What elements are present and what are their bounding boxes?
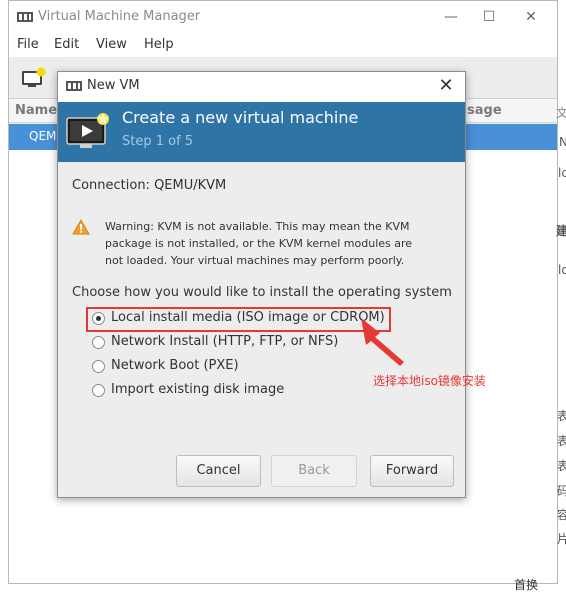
clipped-char: 建 — [556, 224, 566, 238]
header-step: Step 1 of 5 — [122, 134, 194, 149]
radio-button[interactable] — [92, 384, 105, 397]
radio-label[interactable]: Import existing disk image — [111, 382, 284, 397]
clipped-char: ld — [558, 263, 566, 277]
clipped-char: 表 — [557, 409, 566, 423]
menu-view[interactable]: View — [96, 37, 127, 52]
clipped-char: lc — [558, 166, 566, 180]
vm-name: QEM — [29, 129, 57, 143]
radio-button-checked[interactable] — [92, 312, 105, 325]
back-button[interactable]: Back — [271, 455, 357, 487]
radio-button[interactable] — [92, 360, 105, 373]
clipped-char: 码 — [557, 484, 566, 498]
new-vm-icon — [66, 113, 109, 148]
menu-help[interactable]: Help — [144, 37, 174, 52]
clipped-char: 容 — [557, 508, 566, 522]
menubar: File Edit View Help — [9, 33, 557, 57]
new-vm-dialog: New VM ✕ Create a new virtual machine St… — [57, 71, 466, 498]
dialog-titlebar: New VM ✕ — [58, 72, 465, 102]
clipped-char: 表 — [557, 459, 566, 473]
warning-icon — [72, 219, 90, 235]
radio-button[interactable] — [92, 336, 105, 349]
warning-line: not loaded. Your virtual machines may pe… — [105, 254, 405, 267]
clipped-char: N — [559, 135, 566, 149]
main-titlebar: Virtual Machine Manager — ☐ ✕ — [9, 1, 557, 33]
virt-manager-icon — [66, 81, 82, 91]
close-icon[interactable]: ✕ — [435, 75, 457, 97]
warning-line: Warning: KVM is not available. This may … — [105, 220, 410, 233]
radio-label[interactable]: Network Install (HTTP, FTP, or NFS) — [111, 334, 338, 349]
warning-line: package is not installed, or the KVM ker… — [105, 237, 413, 250]
dialog-header-banner: Create a new virtual machine Step 1 of 5 — [58, 102, 465, 162]
header-title: Create a new virtual machine — [122, 108, 359, 127]
new-vm-icon[interactable] — [21, 67, 47, 89]
cancel-button[interactable]: Cancel — [176, 455, 261, 487]
clipped-char: 文 — [556, 106, 566, 120]
radio-label[interactable]: Network Boot (PXE) — [111, 358, 239, 373]
menu-file[interactable]: File — [17, 37, 39, 52]
forward-button[interactable]: Forward — [370, 455, 454, 487]
clipped-char: 表 — [557, 434, 566, 448]
clipped-char: 片 — [557, 532, 566, 546]
close-icon[interactable]: ✕ — [521, 7, 541, 27]
virt-manager-icon — [17, 12, 33, 22]
column-usage[interactable]: sage — [467, 103, 502, 118]
clipped-text: 首换 — [514, 578, 539, 592]
install-method-label: Choose how you would like to install the… — [72, 285, 452, 300]
minimize-icon[interactable]: — — [441, 7, 461, 27]
annotation-text: 选择本地iso镜像安装 — [373, 374, 486, 388]
connection-label: Connection: QEMU/KVM — [72, 178, 227, 193]
maximize-icon[interactable]: ☐ — [479, 7, 499, 27]
column-name[interactable]: Name — [15, 103, 57, 118]
dialog-title: New VM — [87, 78, 140, 93]
kvm-warning: Warning: KVM is not available. This may … — [105, 218, 435, 269]
radio-label[interactable]: Local install media (ISO image or CDROM) — [111, 310, 385, 325]
main-window-title: Virtual Machine Manager — [38, 9, 201, 24]
menu-edit[interactable]: Edit — [54, 37, 79, 52]
